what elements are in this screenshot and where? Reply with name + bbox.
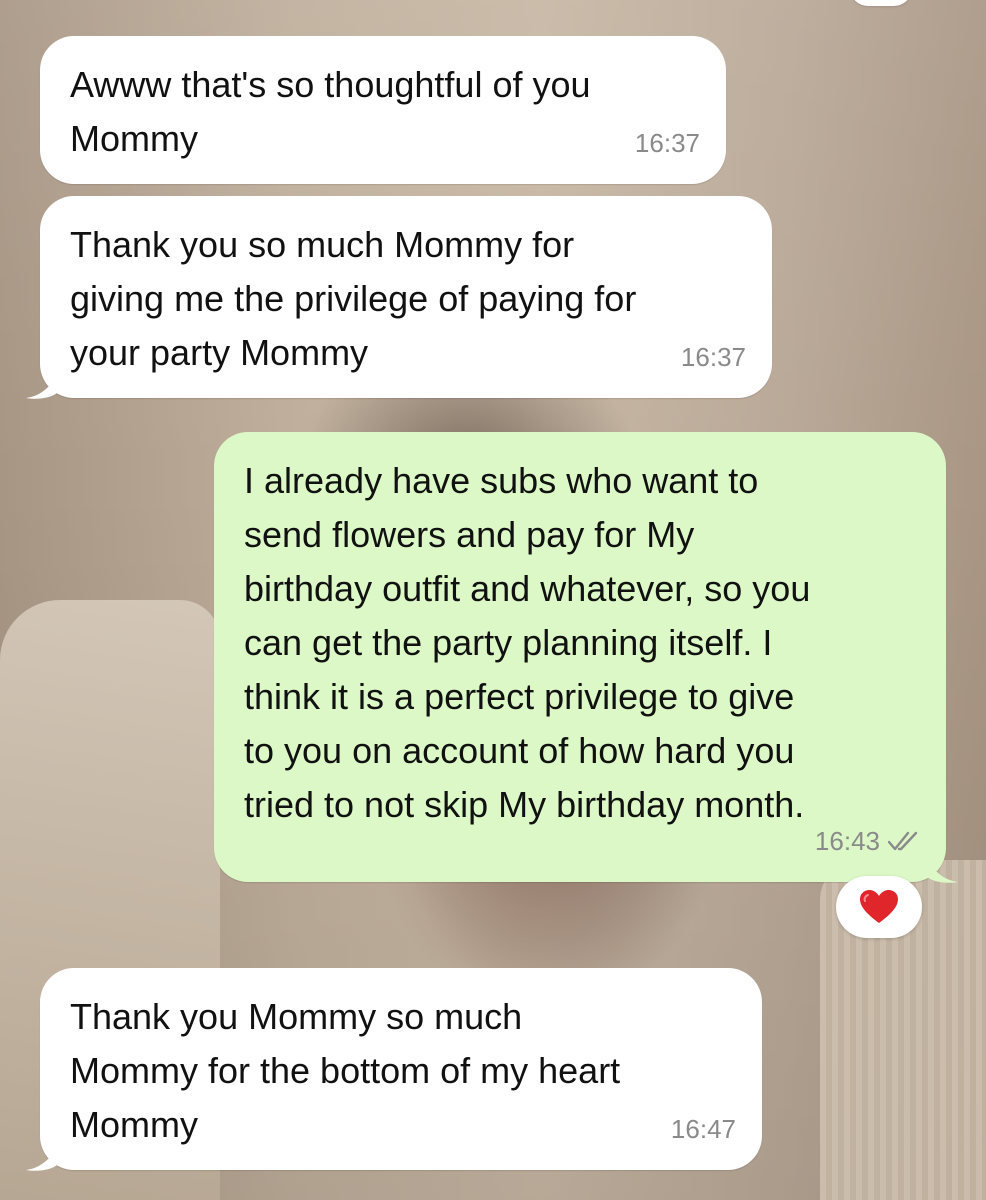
double-check-icon — [888, 831, 918, 851]
message-meta: 16:37 — [635, 116, 700, 170]
message-time: 16:43 — [814, 826, 880, 856]
bubble-tail-outgoing — [926, 854, 958, 883]
bubble-tail-incoming — [26, 370, 58, 399]
message-text: Thank you so much Mommy for giving me th… — [70, 224, 637, 373]
reaction-badge[interactable] — [836, 876, 922, 938]
message-text: Thank you Mommy so much Mommy for the bo… — [70, 996, 621, 1145]
message-bubble-incoming[interactable]: Thank you Mommy so much Mommy for the bo… — [40, 968, 762, 1170]
message-bubble-incoming[interactable]: Awww that's so thoughtful of you Mommy 1… — [40, 36, 726, 184]
bubble-tail-incoming — [26, 1142, 58, 1171]
message-meta: 16:43 — [815, 814, 920, 868]
message-text: I already have subs who want to send flo… — [244, 460, 811, 825]
message-bubble-incoming[interactable]: Thank you so much Mommy for giving me th… — [40, 196, 772, 398]
message-time: 16:47 — [670, 1114, 736, 1144]
message-meta: 16:37 — [681, 330, 746, 384]
message-meta: 16:47 — [671, 1102, 736, 1156]
red-heart-icon — [860, 890, 898, 923]
message-bubble-outgoing[interactable]: I already have subs who want to send flo… — [214, 432, 946, 882]
message-text: Awww that's so thoughtful of you Mommy — [70, 64, 591, 159]
message-time: 16:37 — [634, 128, 700, 158]
message-time: 16:37 — [680, 342, 746, 372]
